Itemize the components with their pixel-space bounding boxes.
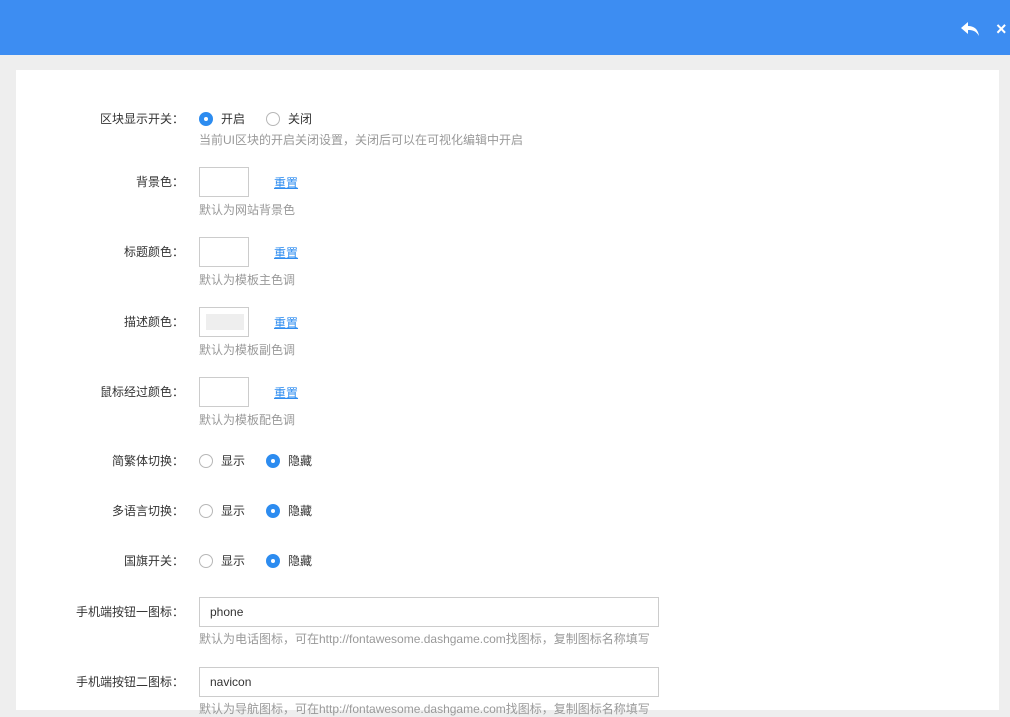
bg-color-picker[interactable] <box>199 167 249 197</box>
lang-switch-hide-label[interactable]: 隐藏 <box>288 502 312 520</box>
mobile-icon2-hint: 默认为导航图标，可在http://fontawesome.dashgame.co… <box>199 702 650 716</box>
title-color-hint: 默认为模板主色调 <box>199 273 296 287</box>
lang-switch-show-radio[interactable] <box>199 504 213 518</box>
desc-color-hint: 默认为模板副色调 <box>199 343 296 357</box>
settings-panel: 区块显示开关： 开启 关闭 当前UI区块的开启关闭设置，关闭后可以在可视化编辑中… <box>16 70 999 716</box>
block-switch-off-label[interactable]: 关闭 <box>288 110 312 128</box>
title-color-label: 标题颜色： <box>123 245 184 259</box>
hover-color-hint: 默认为模板配色调 <box>199 413 296 427</box>
desc-color-fill <box>206 314 244 330</box>
bg-color-hint: 默认为网站背景色 <box>199 203 296 217</box>
flag-switch-show-radio[interactable] <box>199 554 213 568</box>
lang-switch-hide-radio[interactable] <box>266 504 280 518</box>
block-switch-label: 区块显示开关： <box>99 112 184 126</box>
trad-switch-show-radio[interactable] <box>199 454 213 468</box>
mobile-icon2-label: 手机端按钮二图标： <box>75 675 184 689</box>
mobile-icon1-label: 手机端按钮一图标： <box>75 605 184 619</box>
flag-switch-hide-label[interactable]: 隐藏 <box>288 552 312 570</box>
block-switch-hint: 当前UI区块的开启关闭设置，关闭后可以在可视化编辑中开启 <box>199 133 524 147</box>
mobile-icon2-input[interactable] <box>199 667 659 697</box>
flag-switch-label: 国旗开关： <box>123 554 184 568</box>
lang-switch-show-label[interactable]: 显示 <box>221 502 245 520</box>
hover-color-picker[interactable] <box>199 377 249 407</box>
flag-switch-show-label[interactable]: 显示 <box>221 552 245 570</box>
desc-color-picker[interactable] <box>199 307 249 337</box>
dialog-header: × <box>0 0 1010 55</box>
block-switch-off-radio[interactable] <box>266 112 280 126</box>
mobile-icon1-input[interactable] <box>199 597 659 627</box>
close-icon[interactable]: × <box>996 18 1007 40</box>
reply-icon[interactable] <box>959 18 981 40</box>
mobile-icon1-hint: 默认为电话图标，可在http://fontawesome.dashgame.co… <box>199 632 650 646</box>
lang-switch-label: 多语言切换： <box>111 504 184 518</box>
title-color-reset-link[interactable]: 重置 <box>274 245 298 261</box>
hover-color-reset-link[interactable]: 重置 <box>274 385 298 401</box>
block-switch-on-label[interactable]: 开启 <box>221 110 245 128</box>
desc-color-reset-link[interactable]: 重置 <box>274 315 298 331</box>
bg-color-reset-link[interactable]: 重置 <box>274 175 298 191</box>
title-color-picker[interactable] <box>199 237 249 267</box>
trad-switch-hide-radio[interactable] <box>266 454 280 468</box>
bg-color-label: 背景色： <box>135 175 184 189</box>
hover-color-label: 鼠标经过颜色： <box>99 385 184 399</box>
trad-switch-label: 简繁体切换： <box>111 454 184 468</box>
flag-switch-hide-radio[interactable] <box>266 554 280 568</box>
block-switch-on-radio[interactable] <box>199 112 213 126</box>
desc-color-label: 描述颜色： <box>123 315 184 329</box>
trad-switch-show-label[interactable]: 显示 <box>221 452 245 470</box>
trad-switch-hide-label[interactable]: 隐藏 <box>288 452 312 470</box>
